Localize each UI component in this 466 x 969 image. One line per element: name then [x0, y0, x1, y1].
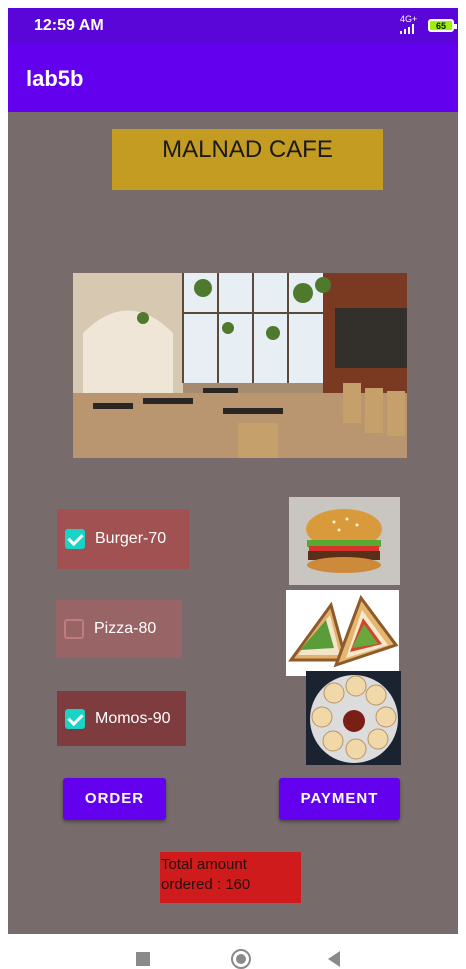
- app-bar: lab5b: [8, 44, 458, 112]
- network-type: 4G+: [400, 14, 418, 24]
- burger-image: [289, 497, 400, 585]
- order-button[interactable]: ORDER: [63, 778, 166, 820]
- unchecked-box-icon: [64, 619, 84, 639]
- stop-icon[interactable]: [136, 952, 150, 966]
- check-icon: [65, 708, 85, 729]
- pizza-checkbox[interactable]: Pizza-80: [56, 600, 182, 658]
- total-amount-text: Total amount ordered : 160: [160, 852, 301, 903]
- burger-checkbox[interactable]: Burger-70: [57, 509, 189, 569]
- battery-level: 65: [435, 21, 446, 31]
- cafe-title: MALNAD CAFE: [112, 129, 383, 190]
- momos-checkbox[interactable]: Momos-90: [57, 691, 186, 746]
- status-time: 12:59 AM: [34, 17, 104, 34]
- app-title: lab5b: [26, 66, 84, 91]
- sandwich-image: [286, 590, 399, 676]
- momos-image: [306, 671, 401, 765]
- momos-label: Momos-90: [95, 709, 171, 727]
- back-icon[interactable]: [328, 951, 340, 967]
- payment-button[interactable]: PAYMENT: [279, 778, 400, 820]
- pizza-label: Pizza-80: [94, 620, 157, 637]
- check-icon: [65, 529, 85, 549]
- signal-icon: 4G+: [400, 15, 417, 36]
- cafe-interior-image: [73, 273, 407, 458]
- home-icon[interactable]: [231, 949, 251, 969]
- status-bar: 12:59 AM 4G+ 65: [8, 8, 458, 44]
- battery-icon: 65: [428, 19, 457, 32]
- burger-label: Burger-70: [95, 530, 167, 547]
